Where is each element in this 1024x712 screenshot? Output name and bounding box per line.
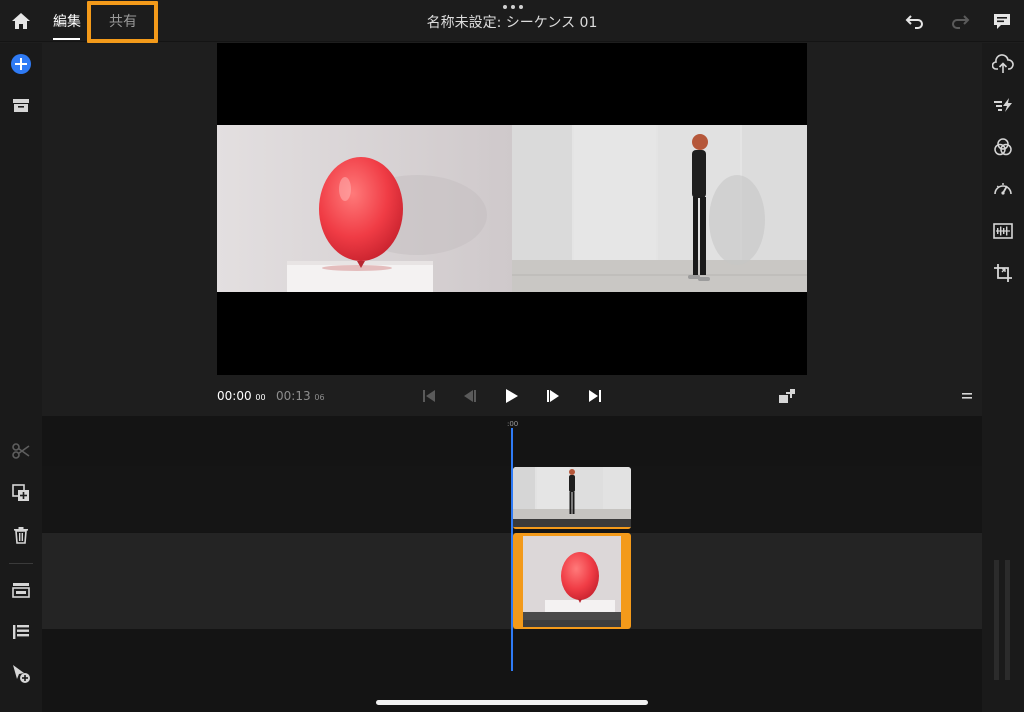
- timeline-clip-balloon-selected[interactable]: [513, 533, 631, 629]
- fullscreen-icon[interactable]: [777, 386, 797, 406]
- cloud-upload-icon[interactable]: [991, 52, 1015, 76]
- home-indicator[interactable]: [376, 700, 648, 705]
- current-frames: 00: [255, 393, 266, 402]
- tab-edit-underline: [53, 38, 80, 40]
- duration-frames: 06: [314, 393, 325, 402]
- clip-audio-strip: [523, 620, 621, 627]
- right-toolbar: [982, 43, 1024, 712]
- sequence-title[interactable]: 名称未設定: シーケンス 01: [0, 12, 1024, 32]
- left-toolbar: [0, 43, 42, 712]
- go-to-start-icon[interactable]: [419, 386, 439, 406]
- playhead[interactable]: [511, 428, 513, 671]
- clip-thumbnail: [523, 536, 621, 622]
- current-time: 00:00: [217, 389, 252, 403]
- duplicate-icon[interactable]: [9, 481, 33, 505]
- preview-right-person: [512, 125, 807, 292]
- rail-divider: [9, 563, 33, 564]
- crop-icon[interactable]: [991, 261, 1015, 285]
- duration-timecode: 00:13 06: [276, 389, 325, 403]
- menu-lines-icon[interactable]: [957, 386, 977, 406]
- timeline-clip-person[interactable]: [513, 467, 631, 529]
- step-forward-icon[interactable]: [543, 386, 563, 406]
- trash-icon[interactable]: [9, 523, 33, 547]
- cursor-add-icon[interactable]: [9, 662, 33, 686]
- undo-icon[interactable]: [904, 10, 926, 32]
- arrange-list-icon[interactable]: [9, 620, 33, 644]
- program-frame[interactable]: [217, 43, 807, 375]
- preview-left-balloon: [217, 125, 512, 292]
- redo-icon[interactable]: [949, 10, 971, 32]
- auto-reframe-icon[interactable]: [991, 93, 1015, 117]
- more-options-icon[interactable]: [503, 5, 523, 11]
- audio-waveform-icon[interactable]: [991, 219, 1015, 243]
- audio-meter-left: [994, 560, 999, 680]
- color-circles-icon[interactable]: [991, 135, 1015, 159]
- comment-icon[interactable]: [991, 10, 1013, 32]
- step-back-icon[interactable]: [460, 386, 480, 406]
- clip-audio-strip: [513, 519, 631, 529]
- current-timecode: 00:00 00: [217, 389, 266, 403]
- ruler-label: :00: [507, 420, 519, 428]
- scissors-icon[interactable]: [9, 439, 33, 463]
- add-media-icon[interactable]: [9, 52, 33, 76]
- project-archive-icon[interactable]: [9, 93, 33, 117]
- top-bar: 編集 共有 名称未設定: シーケンス 01: [0, 0, 1024, 43]
- go-to-end-icon[interactable]: [585, 386, 605, 406]
- duration-time: 00:13: [276, 389, 311, 403]
- track-overlay-icon[interactable]: [9, 578, 33, 602]
- speedometer-icon[interactable]: [991, 177, 1015, 201]
- play-icon[interactable]: [502, 386, 522, 406]
- audio-meter-right: [1005, 560, 1010, 680]
